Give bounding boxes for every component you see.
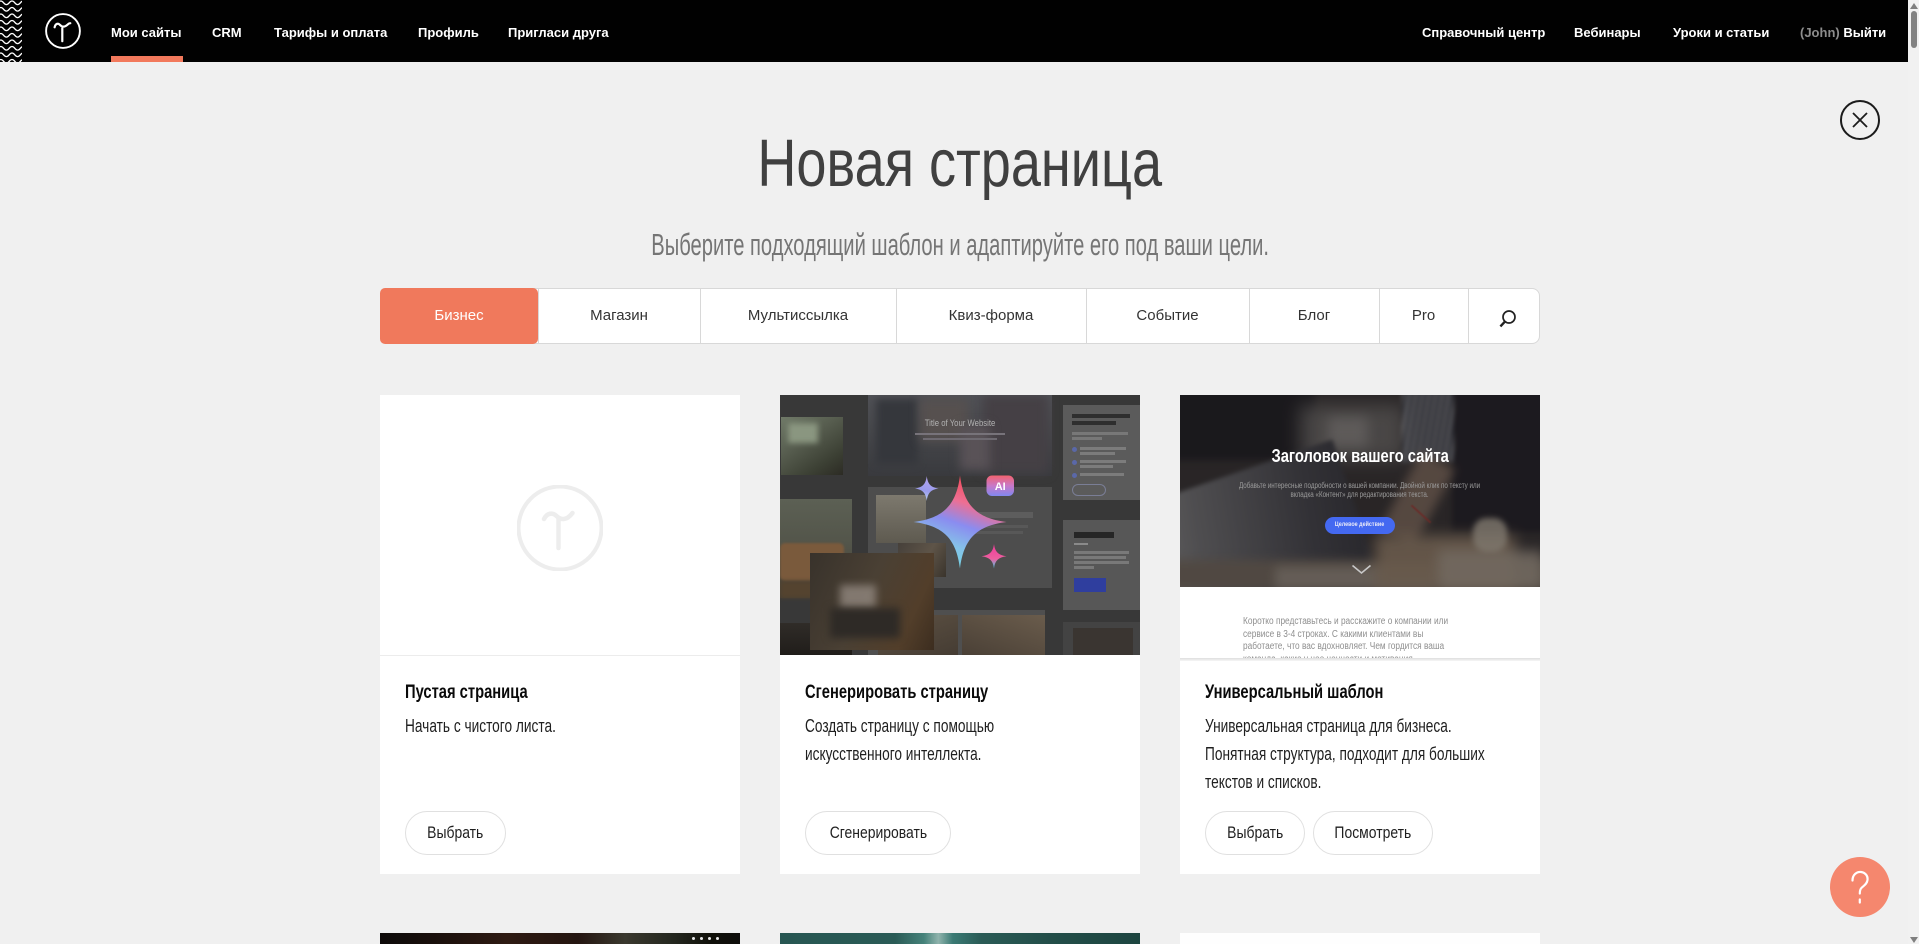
svg-text:AI: AI bbox=[995, 481, 1006, 493]
